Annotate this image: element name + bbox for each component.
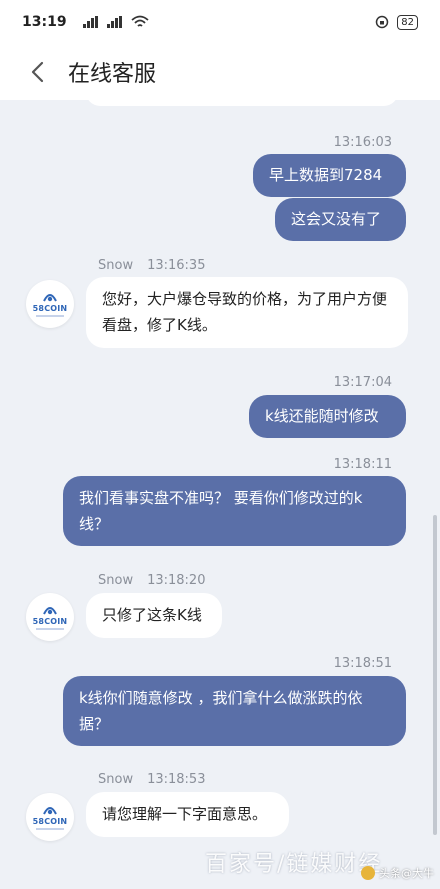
status-bar: 13:19 82 <box>0 0 440 44</box>
sender-name: Snow <box>98 573 134 588</box>
avatar-tagline-line <box>36 628 64 630</box>
incoming-message-bubble[interactable]: 请您理解一下字面意思。 <box>86 792 289 837</box>
avatar-logo-text: 58COIN <box>32 617 68 626</box>
coin-logo-icon <box>43 294 57 302</box>
nav-bar: 在线客服 <box>0 44 440 100</box>
sender-info: Snow 13:18:53 <box>98 772 205 787</box>
incoming-message-bubble[interactable]: 只修了这条K线 <box>86 593 222 638</box>
coin-logo-icon <box>43 807 57 815</box>
message-text: 您好，大户爆仓导致的价格，为了用户方便看盘，修了K线。 <box>102 290 388 334</box>
lock-rotation-icon <box>376 15 389 29</box>
corner-watermark: 头条@大牛 <box>361 865 434 881</box>
chat-area[interactable]: 13:16:03 早上数据到7284 这会又没有了 Snow 13:16:35 5… <box>0 100 440 889</box>
avatar-tagline-line <box>36 315 64 317</box>
signal-icon-2 <box>106 16 122 28</box>
avatar-logo-text: 58COIN <box>32 304 68 313</box>
agent-avatar[interactable]: 58COIN <box>26 593 74 641</box>
wifi-icon <box>130 15 149 27</box>
sender-name: Snow <box>98 258 134 273</box>
message-timestamp: 13:17:04 <box>333 375 392 390</box>
watermark-text: 百家号/链媒财经 <box>205 852 383 877</box>
page-title: 在线客服 <box>68 62 157 87</box>
message-timestamp: 13:18:11 <box>333 457 392 472</box>
agent-avatar[interactable]: 58COIN <box>26 793 74 841</box>
status-right: 82 <box>375 14 418 30</box>
message-text: k线你们随意修改 ，我们拿什么做涨跌的依据？ <box>79 689 363 733</box>
chevron-left-icon <box>31 61 44 83</box>
previous-message-bubble <box>86 100 398 106</box>
back-button[interactable] <box>12 44 62 100</box>
signal-icon <box>82 16 98 28</box>
avatar-tagline-line <box>36 828 64 830</box>
message-text: 请您理解一下字面意思。 <box>102 805 268 823</box>
message-text: 早上数据到7284 <box>269 166 383 184</box>
outgoing-message-bubble[interactable]: k线还能随时修改 <box>249 395 406 438</box>
sender-info: Snow 13:18:20 <box>98 573 205 588</box>
message-timestamp: 13:18:51 <box>333 656 392 671</box>
status-time: 13:19 <box>22 14 67 30</box>
agent-avatar[interactable]: 58COIN <box>26 280 74 328</box>
message-timestamp: 13:16:35 <box>147 258 206 273</box>
message-text: 只修了这条K线 <box>102 606 202 624</box>
coin-logo-icon <box>43 607 57 615</box>
message-timestamp: 13:16:03 <box>333 135 392 150</box>
status-left: 13:19 <box>22 14 149 30</box>
message-text: k线还能随时修改 <box>265 407 379 425</box>
message-text: 我们看事实盘不准吗？ 要看你们修改过的k线？ <box>79 489 363 533</box>
watermark-logo-icon <box>361 866 375 880</box>
outgoing-message-bubble[interactable]: 早上数据到7284 <box>253 154 406 197</box>
avatar-logo-text: 58COIN <box>32 817 68 826</box>
message-timestamp: 13:18:20 <box>147 573 206 588</box>
chat-scrollbar[interactable] <box>433 515 437 835</box>
battery-level: 82 <box>397 14 418 30</box>
message-timestamp: 13:18:53 <box>147 772 206 787</box>
outgoing-message-bubble[interactable]: k线你们随意修改 ，我们拿什么做涨跌的依据？ <box>63 676 406 746</box>
corner-watermark-text: 头条@大牛 <box>379 867 434 880</box>
outgoing-message-bubble[interactable]: 我们看事实盘不准吗？ 要看你们修改过的k线？ <box>63 476 406 546</box>
message-text: 这会又没有了 <box>291 210 382 228</box>
sender-name: Snow <box>98 772 134 787</box>
outgoing-message-bubble[interactable]: 这会又没有了 <box>275 198 406 241</box>
sender-info: Snow 13:16:35 <box>98 258 205 273</box>
incoming-message-bubble[interactable]: 您好，大户爆仓导致的价格，为了用户方便看盘，修了K线。 <box>86 277 408 348</box>
